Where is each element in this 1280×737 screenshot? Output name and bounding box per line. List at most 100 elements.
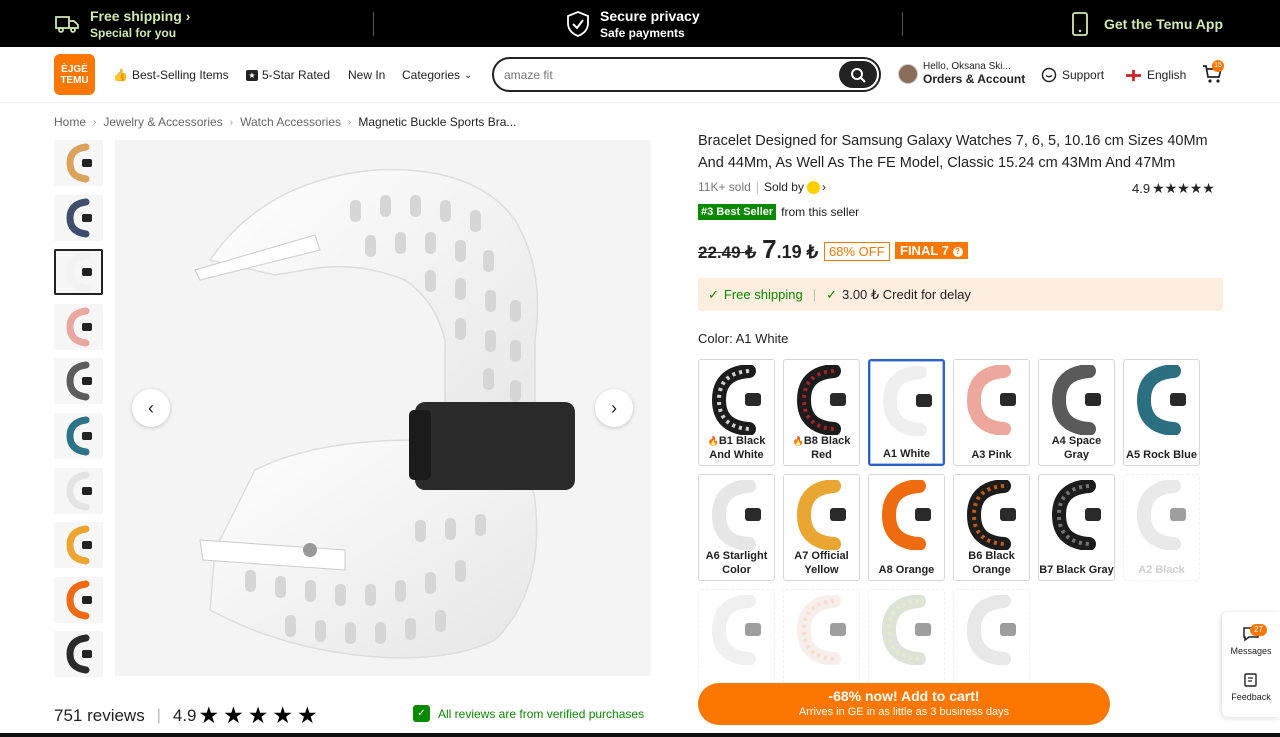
breadcrumb-current: Magnetic Buckle Sports Bra... — [358, 115, 517, 129]
color-swatch — [783, 589, 860, 696]
prev-image-button[interactable]: ‹ — [132, 389, 170, 427]
next-image-button[interactable]: › — [595, 389, 633, 427]
band-thumb-icon — [65, 580, 92, 620]
secure-privacy-promo[interactable]: Secure privacy Safe payments — [565, 0, 700, 47]
side-floating-panel: Messages 27 Feedback — [1222, 612, 1280, 717]
swatch-band-image — [877, 594, 938, 666]
chevron-right-icon: › — [611, 397, 617, 418]
search-input[interactable] — [504, 66, 824, 84]
seller-avatar-icon[interactable] — [806, 180, 820, 194]
thumbnail[interactable] — [54, 194, 103, 241]
thumbnail[interactable] — [54, 631, 103, 678]
breadcrumb-home[interactable]: Home — [54, 115, 86, 129]
add-to-cart-label: -68% now! Add to cart! — [828, 688, 980, 704]
color-swatch[interactable]: A4 Space Gray — [1038, 359, 1115, 466]
thumbnail[interactable] — [54, 249, 103, 296]
uk-flag-icon — [1126, 69, 1141, 81]
check-icon: ✓ — [708, 286, 719, 302]
thumbnail[interactable] — [54, 358, 103, 405]
verified-shield-icon: ✓ — [413, 705, 430, 722]
swatch-band-image — [707, 594, 768, 666]
color-swatch[interactable]: A5 Rock Blue — [1123, 359, 1200, 466]
nav-categories[interactable]: Categories ⌄ — [402, 47, 472, 103]
search-button[interactable] — [839, 61, 877, 88]
nav-five-star[interactable]: ★ 5-Star Rated — [246, 47, 330, 103]
swatch-label-text: A3 Pink — [971, 449, 1012, 461]
swatch-label-text: A1 White — [882, 448, 931, 460]
swatch-band-image — [1047, 479, 1108, 551]
color-swatch[interactable]: B6 Black Orange — [953, 474, 1030, 581]
color-swatch[interactable]: A6 Starlight Color — [698, 474, 775, 581]
temu-logo[interactable]: ÈJGÈ TEMU — [54, 54, 95, 95]
color-swatch: A2 Black — [1123, 474, 1200, 581]
support-label: Support — [1062, 68, 1105, 82]
free-shipping-subtitle: Special for you — [90, 25, 177, 40]
sold-by-label: Sold by — [763, 180, 804, 194]
color-label: Color: A1 White — [698, 331, 788, 346]
color-swatch[interactable]: B7 Black Gray — [1038, 474, 1115, 581]
cart-count-badge: 15 — [1212, 60, 1224, 72]
free-shipping-promo[interactable]: Free shipping › Special for you — [54, 0, 190, 47]
nav-new-in-label: New In — [348, 68, 386, 82]
nav-new-in[interactable]: New In — [348, 47, 385, 103]
best-seller-badge: #3 Best Seller — [698, 204, 777, 220]
divider — [373, 12, 374, 36]
color-swatch[interactable]: A8 Orange — [868, 474, 945, 581]
breadcrumb-jewelry[interactable]: Jewelry & Accessories — [103, 115, 222, 129]
thumbnail[interactable] — [54, 467, 103, 514]
chevron-right-icon: › — [348, 116, 352, 128]
thumbnail[interactable] — [54, 522, 103, 569]
color-swatch[interactable]: A3 Pink — [953, 359, 1030, 466]
swatch-label: A4 Space Gray — [1039, 434, 1114, 462]
account-menu[interactable]: Hello, Oksana Ski... Orders & Account — [898, 61, 1025, 86]
language-selector[interactable]: English — [1126, 47, 1186, 103]
site-header: ÈJGÈ TEMU 👍 Best-Selling Items ★ 5-Star … — [0, 47, 1280, 103]
shipping-info-box: ✓ Free shipping | ✓ 3.00 ₺ Credit for de… — [698, 278, 1223, 311]
color-swatch[interactable]: A7 Official Yellow — [783, 474, 860, 581]
messages-button[interactable]: Messages 27 — [1222, 620, 1280, 656]
final-price-badge[interactable]: FINAL 7 ? — [895, 242, 968, 259]
swatch-band-image — [962, 364, 1023, 436]
thumbnail[interactable] — [54, 303, 103, 350]
check-icon: ✓ — [826, 286, 837, 302]
nav-best-selling[interactable]: 👍 Best-Selling Items — [113, 47, 229, 103]
chevron-down-icon: ⌄ — [464, 69, 473, 81]
shield-check-icon — [567, 10, 589, 37]
thumbs-up-icon: 👍 — [113, 68, 128, 82]
get-app-promo[interactable]: Get the Temu App — [1070, 0, 1223, 47]
swatch-label: A2 Black — [1124, 563, 1199, 577]
chevron-right-icon[interactable]: › — [822, 180, 826, 194]
divider: | — [812, 287, 817, 302]
messages-label: Messages — [1230, 646, 1272, 656]
support-link[interactable]: Support — [1041, 47, 1104, 103]
main-product-image[interactable]: ‹ › — [115, 140, 651, 676]
truck-icon — [55, 15, 79, 33]
breadcrumb-watch-accessories[interactable]: Watch Accessories — [240, 115, 341, 129]
free-shipping-title: Free shipping — [90, 7, 182, 24]
chevron-right-icon: › — [185, 7, 191, 24]
thumbnail[interactable] — [54, 140, 103, 186]
color-swatch[interactable]: 🔥B8 Black Red — [783, 359, 860, 466]
product-rating[interactable]: 4.9 ★★★★★ — [1132, 180, 1215, 197]
swatch-band-image — [792, 479, 853, 551]
watch-band-image — [194, 168, 575, 659]
credit-delay-label: 3.00 ₺ Credit for delay — [841, 286, 971, 302]
thumbnail[interactable] — [54, 576, 103, 623]
feedback-button[interactable]: Feedback — [1222, 672, 1280, 702]
review-count[interactable]: 751 reviews — [54, 706, 145, 726]
thumbnail[interactable] — [54, 412, 103, 459]
color-swatch — [953, 589, 1030, 696]
swatch-label: 🔥B1 Black And White — [699, 434, 774, 462]
color-swatch[interactable]: 🔥B1 Black And White — [698, 359, 775, 466]
account-label: Orders & Account — [923, 72, 1026, 86]
color-value: A1 White — [735, 331, 789, 346]
swatch-band-image — [878, 365, 939, 437]
band-thumb-icon — [65, 471, 92, 511]
color-swatch[interactable]: A1 White — [868, 359, 945, 466]
price-row: 22.49 ₺ 7 .19 ₺ — [698, 234, 818, 265]
swatch-band-image — [962, 594, 1023, 666]
add-to-cart-button[interactable]: -68% now! Add to cart! Arrives in GE in … — [698, 683, 1110, 725]
star-badge-icon: ★ — [246, 69, 258, 81]
best-seller-suffix: from this seller — [781, 205, 860, 219]
cart-button[interactable]: 15 — [1202, 60, 1226, 85]
